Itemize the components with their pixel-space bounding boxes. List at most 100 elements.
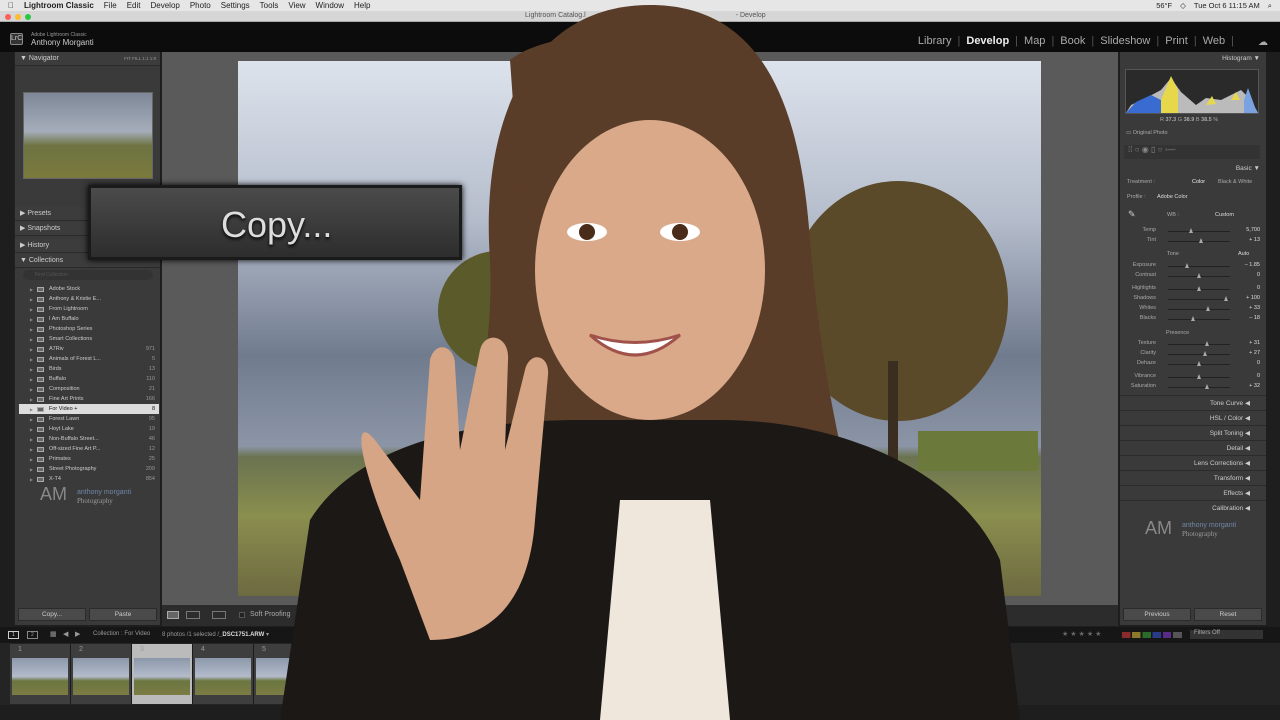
zoom-button[interactable] (25, 13, 31, 20)
copy-button[interactable]: Copy... (18, 608, 86, 621)
slider-exposure[interactable]: Exposure – 1.85 (1126, 261, 1260, 271)
section-detail[interactable]: Detail ◀ (1120, 440, 1266, 455)
treatment-color[interactable]: Color (1192, 179, 1205, 185)
clock[interactable]: Tue Oct 6 11:15 AM (1194, 1, 1260, 10)
navigator-header[interactable]: ▼ Navigator FIT FILL 1:1 1:8 (15, 52, 160, 66)
slider-value[interactable]: + 31 (1249, 340, 1260, 346)
wifi-icon[interactable]: ◇ (1180, 1, 1186, 10)
radial-filter-icon[interactable]: ○ (1158, 145, 1163, 154)
slider-thumb[interactable] (1203, 351, 1208, 356)
module-book[interactable]: Book (1060, 35, 1085, 47)
slider-value[interactable]: + 27 (1249, 350, 1260, 356)
basic-header[interactable]: Basic ▼ (1236, 165, 1260, 172)
slider-value[interactable]: 0 (1257, 285, 1260, 291)
collection-item[interactable]: ▶ Photoshop Series (19, 324, 159, 334)
slider-track[interactable] (1168, 299, 1230, 300)
section-split-toning[interactable]: Split Toning ◀ (1120, 425, 1266, 440)
expand-arrow-icon[interactable]: ▶ (19, 407, 33, 412)
loupe-view-icon[interactable] (167, 611, 179, 619)
filmstrip-thumbnail[interactable]: 4 (193, 644, 254, 704)
expand-arrow-icon[interactable]: ▶ (19, 467, 33, 472)
slider-thumb[interactable] (1204, 341, 1209, 346)
rating-filter-stars[interactable]: ★★★★★ (1062, 630, 1103, 638)
previous-button[interactable]: Previous (1123, 608, 1191, 621)
reset-button[interactable]: Reset (1194, 608, 1262, 621)
crop-icon[interactable]: ⁞⁞ (1128, 145, 1132, 154)
collection-item[interactable]: ▶ From Lightroom (19, 304, 159, 314)
slider-highlights[interactable]: Highlights 0 (1126, 284, 1260, 294)
soft-proofing-checkbox[interactable] (239, 612, 245, 618)
expand-arrow-icon[interactable]: ▶ (19, 367, 33, 372)
expand-arrow-icon[interactable]: ▶ (19, 317, 33, 322)
auto-tone-button[interactable]: Auto (1238, 251, 1249, 257)
slider-thumb[interactable] (1224, 296, 1229, 301)
slider-track[interactable] (1168, 231, 1230, 232)
expand-arrow-icon[interactable]: ▶ (19, 297, 33, 302)
expand-arrow-icon[interactable]: ▶ (19, 347, 33, 352)
slider-thumb[interactable] (1189, 228, 1194, 233)
module-slideshow[interactable]: Slideshow (1100, 35, 1150, 47)
collection-item[interactable]: ▶ I Am Buffalo (19, 314, 159, 324)
original-photo-toggle[interactable]: ▭ Original Photo (1126, 130, 1168, 136)
slider-thumb[interactable] (1198, 238, 1203, 243)
filmstrip-thumbnail[interactable]: 1 (10, 644, 71, 704)
treatment-bw[interactable]: Black & White (1218, 179, 1252, 185)
expand-arrow-icon[interactable]: ▶ (19, 337, 33, 342)
expand-arrow-icon[interactable]: ▶ (19, 477, 33, 482)
slider-value[interactable]: – 1.85 (1245, 262, 1260, 268)
menu-file[interactable]: File (104, 1, 117, 10)
minimize-button[interactable] (15, 13, 21, 20)
spot-removal-icon[interactable]: ○ (1135, 145, 1140, 154)
expand-arrow-icon[interactable]: ▶ (19, 357, 33, 362)
filmstrip-thumbnail[interactable]: 2 (71, 644, 132, 704)
back-arrow-icon[interactable]: ◀ (63, 630, 68, 638)
expand-arrow-icon[interactable]: ▶ (19, 327, 33, 332)
slider-track[interactable] (1168, 354, 1230, 355)
slider-thumb[interactable] (1190, 316, 1195, 321)
histogram-header[interactable]: Histogram ▼ (1222, 55, 1260, 62)
expand-arrow-icon[interactable]: ▶ (19, 287, 33, 292)
collection-item[interactable]: ▶ For Video + 8 (19, 404, 159, 414)
collection-item[interactable]: ▶ Composition 21 (19, 384, 159, 394)
expand-arrow-icon[interactable]: ▶ (19, 417, 33, 422)
menu-photo[interactable]: Photo (190, 1, 211, 10)
filter-dropdown[interactable]: Filters Off (1190, 630, 1263, 639)
search-icon[interactable]: ⌕ (1268, 1, 1272, 11)
slider-thumb[interactable] (1204, 384, 1209, 389)
apple-icon[interactable]:  (8, 1, 14, 10)
collection-item[interactable]: ▶ Forest Lawn 95 (19, 414, 159, 424)
weather[interactable]: 56°F (1156, 1, 1172, 10)
expand-arrow-icon[interactable]: ▶ (19, 377, 33, 382)
collection-item[interactable]: ▶ Non-Buffalo Street... 46 (19, 434, 159, 444)
section-effects[interactable]: Effects ◀ (1120, 485, 1266, 500)
collection-filter-input[interactable]: Find Collection (23, 270, 153, 280)
slider-dehaze[interactable]: Dehaze 0 (1126, 359, 1260, 369)
collection-item[interactable]: ▶ Birds 13 (19, 364, 159, 374)
collection-item[interactable]: ▶ Hoyt Lake 19 (19, 424, 159, 434)
brush-icon[interactable]: ◦— (1165, 145, 1176, 154)
slider-value[interactable]: + 32 (1249, 383, 1260, 389)
collection-item[interactable]: ▶ Animals of Forest L... 5 (19, 354, 159, 364)
collection-item[interactable]: ▶ Primates 25 (19, 454, 159, 464)
slider-thumb[interactable] (1206, 306, 1211, 311)
section-calibration[interactable]: Calibration ◀ (1120, 500, 1266, 515)
slider-thumb[interactable] (1196, 374, 1201, 379)
slider-whites[interactable]: Whites + 33 (1126, 304, 1260, 314)
slider-track[interactable] (1168, 344, 1230, 345)
slider-tint[interactable]: Tint + 13 (1126, 236, 1260, 246)
slider-texture[interactable]: Texture + 31 (1126, 339, 1260, 349)
expand-arrow-icon[interactable]: ▶ (19, 457, 33, 462)
slider-track[interactable] (1168, 309, 1230, 310)
slider-value[interactable]: + 33 (1249, 305, 1260, 311)
collection-item[interactable]: ▶ Street Photography 209 (19, 464, 159, 474)
navigator-preview[interactable] (23, 92, 153, 179)
slider-value[interactable]: 0 (1257, 360, 1260, 366)
wb-dropdown[interactable]: Custom (1215, 212, 1234, 218)
screen-1-button[interactable]: 1 (8, 631, 19, 639)
menu-develop[interactable]: Develop (150, 1, 179, 10)
screen-2-button[interactable]: 2 (27, 631, 38, 639)
module-print[interactable]: Print (1165, 35, 1188, 47)
collection-item[interactable]: ▶ Fine Art Prints 166 (19, 394, 159, 404)
section-lens-corrections[interactable]: Lens Corrections ◀ (1120, 455, 1266, 470)
slider-track[interactable] (1168, 319, 1230, 320)
